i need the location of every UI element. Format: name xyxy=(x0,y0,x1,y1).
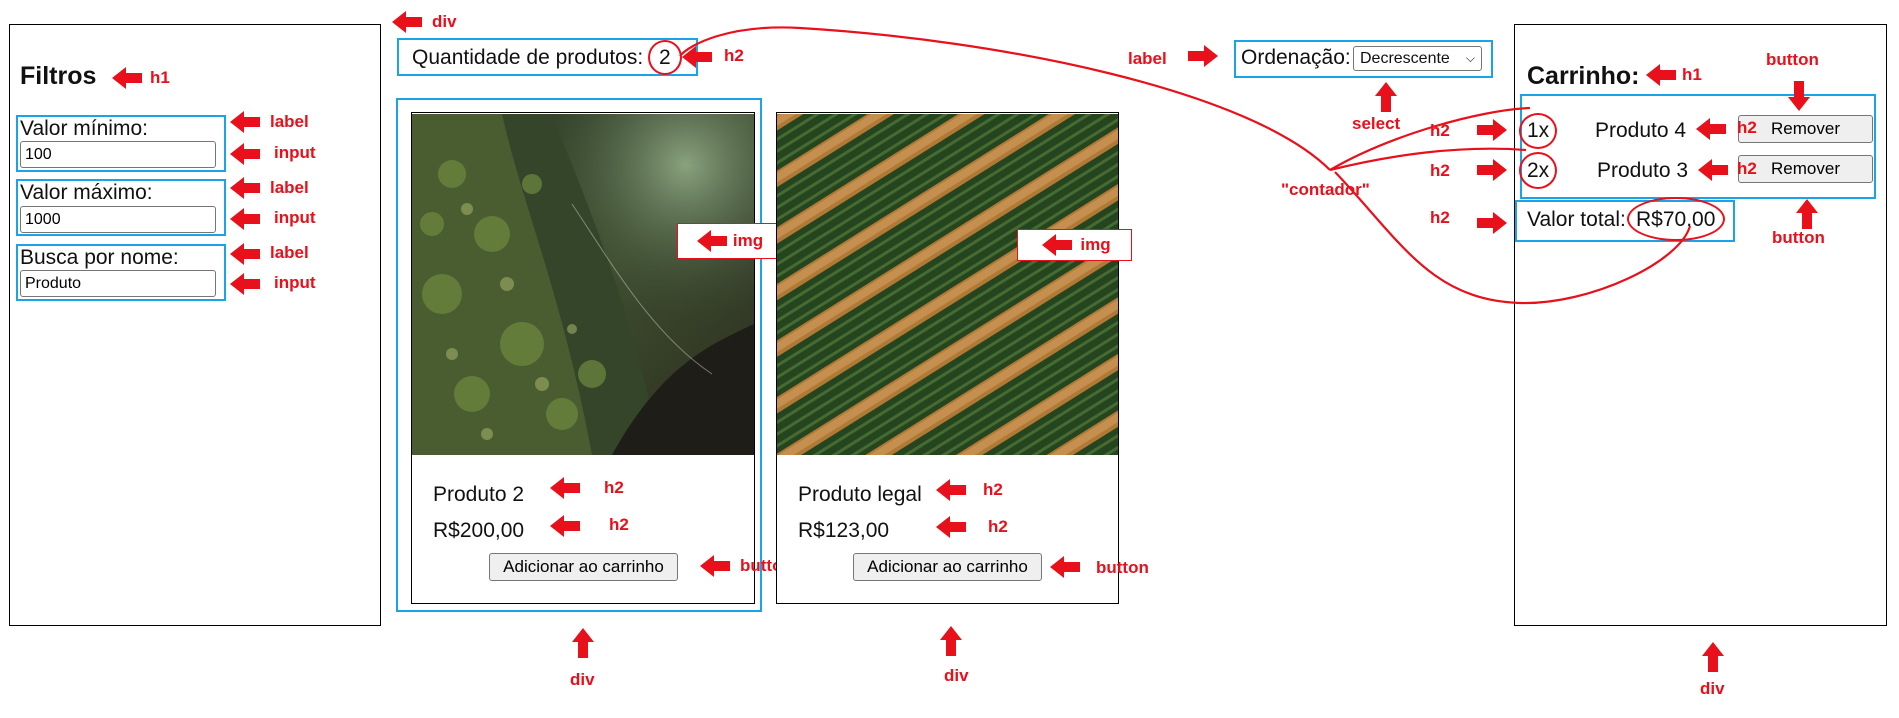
annotation-label: label xyxy=(270,112,309,131)
filters-title: Filtros xyxy=(20,62,97,90)
max-value-label: Valor máximo: xyxy=(20,181,153,204)
sort-selected-value: Decrescente xyxy=(1360,49,1450,67)
product-price: R$200,00 xyxy=(433,519,525,542)
moss-tree-photo xyxy=(412,114,754,455)
annotation-h2: h2 xyxy=(1737,159,1757,178)
min-value-input[interactable] xyxy=(20,141,216,168)
sort-select[interactable]: Decrescente ⌵ xyxy=(1353,46,1482,71)
annotation-h1: h1 xyxy=(150,68,170,87)
annotation-contador: "contador" xyxy=(1281,180,1370,199)
annotation-img: img xyxy=(1080,235,1111,254)
cart-item-name: Produto 4 xyxy=(1595,119,1687,142)
arrow-div-top xyxy=(392,11,422,33)
annotation-div: div xyxy=(432,12,457,31)
count-highlight-circle xyxy=(648,40,682,75)
annotation-select: select xyxy=(1352,114,1401,133)
qty-highlight-circle xyxy=(1519,113,1557,149)
annotation-button: button xyxy=(1772,228,1825,247)
annotation-h2: h2 xyxy=(724,46,744,65)
product-image xyxy=(412,114,754,455)
crop-field-aerial-photo xyxy=(777,114,1118,455)
cart-title: Carrinho: xyxy=(1527,62,1640,90)
img-annotation-box: img xyxy=(677,223,779,259)
product-name: Produto 2 xyxy=(433,483,525,506)
annotation-div: div xyxy=(1700,679,1725,698)
annotation-label: label xyxy=(270,243,309,262)
annotation-button: button xyxy=(1096,558,1149,577)
annotation-h2: h2 xyxy=(983,480,1003,499)
annotation-input: input xyxy=(274,143,316,162)
max-value-input[interactable] xyxy=(20,206,216,233)
annotation-label: label xyxy=(270,178,309,197)
product-price: R$123,00 xyxy=(798,519,890,542)
annotation-h2: h2 xyxy=(1430,208,1450,227)
annotation-button: button xyxy=(1766,50,1819,69)
total-highlight-circle xyxy=(1627,197,1725,241)
annotation-div: div xyxy=(570,670,595,689)
qty-highlight-circle xyxy=(1519,152,1557,189)
annotation-img: img xyxy=(732,231,764,250)
annotation-h2: h2 xyxy=(1430,161,1450,180)
name-search-input[interactable] xyxy=(20,270,216,297)
annotation-h2: h2 xyxy=(1737,118,1757,137)
annotation-div: div xyxy=(944,666,969,685)
annotation-h2: h2 xyxy=(604,478,624,497)
annotation-h2: h2 xyxy=(609,515,629,534)
add-to-cart-button[interactable]: Adicionar ao carrinho xyxy=(489,553,678,581)
min-value-label: Valor mínimo: xyxy=(20,117,148,140)
remove-button[interactable]: Remover xyxy=(1738,115,1873,143)
add-to-cart-button[interactable]: Adicionar ao carrinho xyxy=(853,553,1042,581)
product-name: Produto legal xyxy=(798,483,922,506)
annotation-h2: h2 xyxy=(1430,121,1450,140)
annotation-input: input xyxy=(274,208,316,227)
sort-label: Ordenação: xyxy=(1241,46,1351,69)
remove-button[interactable]: Remover xyxy=(1738,155,1873,183)
name-search-label: Busca por nome: xyxy=(20,246,179,269)
annotation-h1: h1 xyxy=(1682,65,1702,84)
annotation-input: input xyxy=(274,273,316,292)
annotation-label: label xyxy=(1128,49,1167,68)
product-count-label: Quantidade de produtos: xyxy=(412,46,644,69)
annotation-h2: h2 xyxy=(988,517,1008,536)
chevron-down-icon: ⌵ xyxy=(1465,51,1475,65)
cart-total-label: Valor total: xyxy=(1527,208,1626,231)
product-image xyxy=(777,114,1118,455)
img-annotation-box: img xyxy=(1017,229,1132,261)
cart-item-name: Produto 3 xyxy=(1597,159,1689,182)
cart-items-box xyxy=(1520,94,1876,199)
